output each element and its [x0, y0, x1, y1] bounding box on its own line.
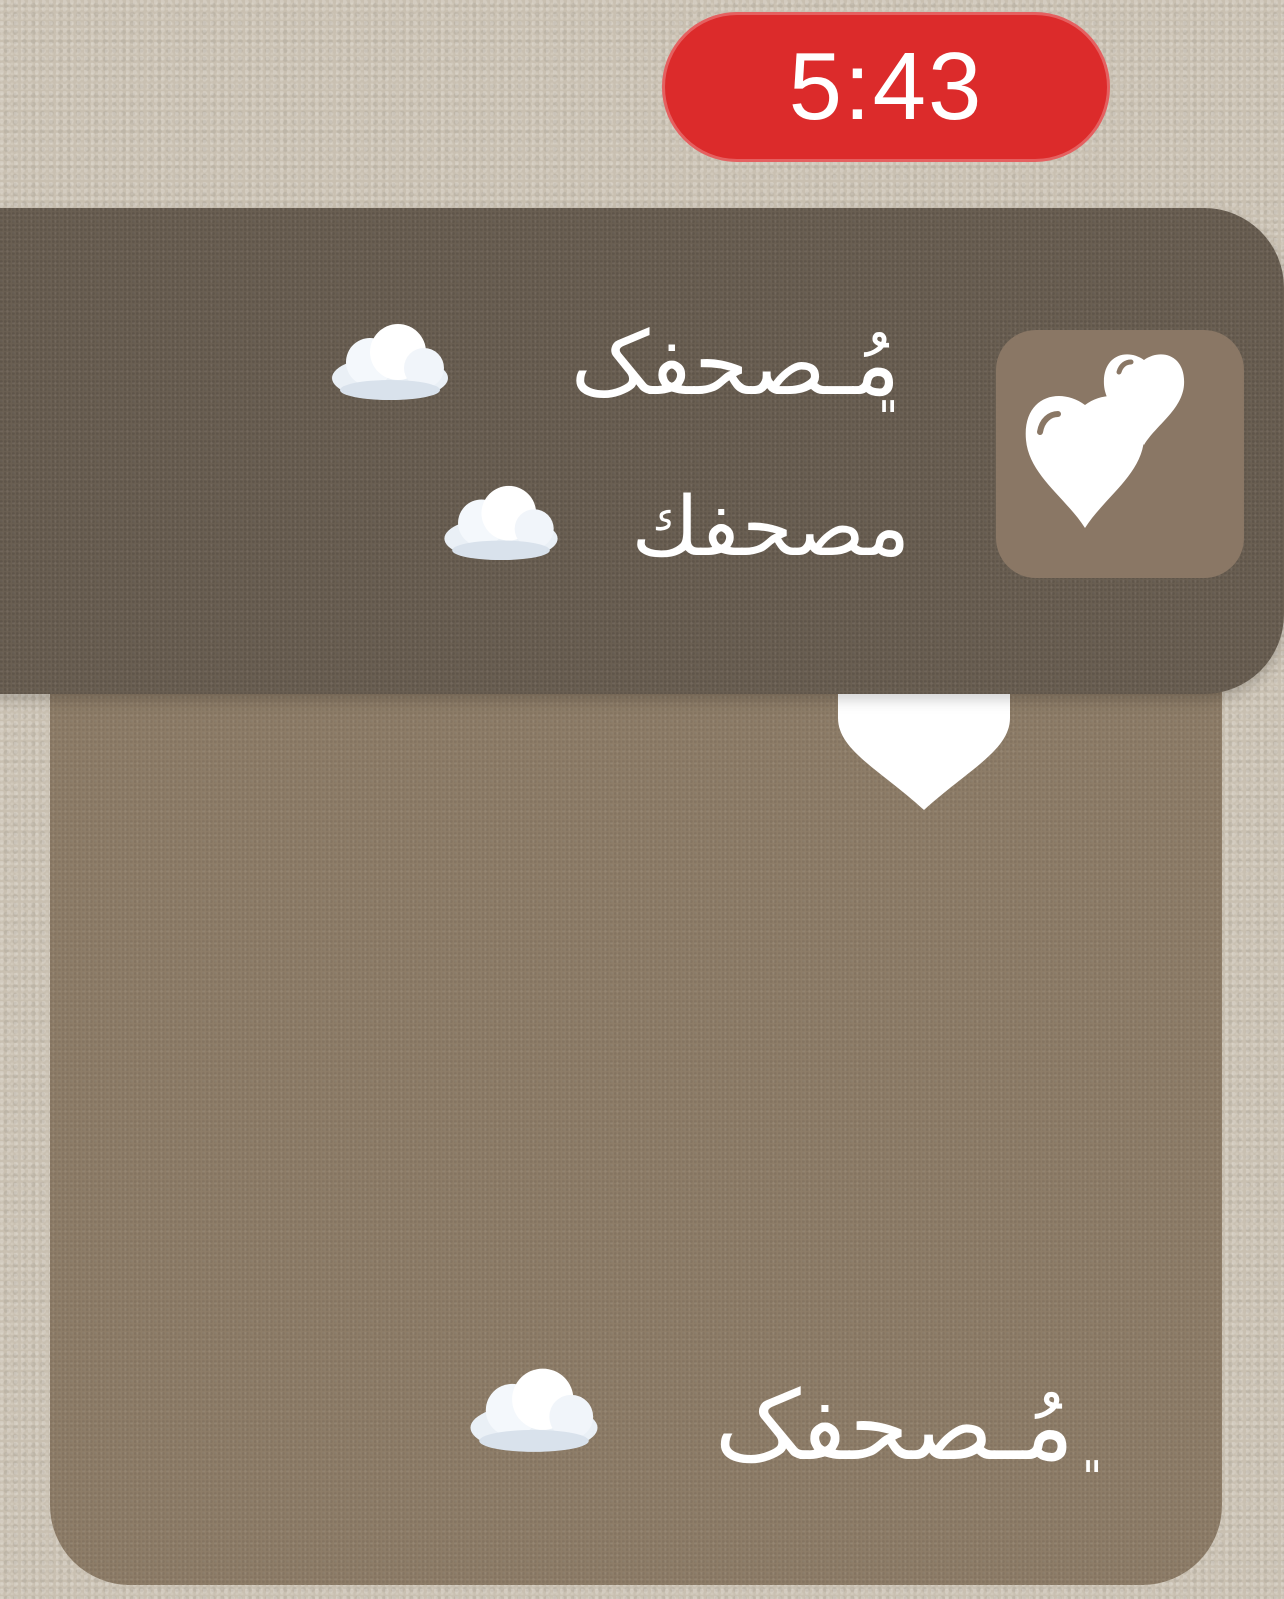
widget-text-line-2: مصحفك [631, 480, 910, 575]
cloud-icon [470, 1368, 598, 1452]
widget-text-line-1: مُـصحفک [570, 312, 900, 415]
heart-icon [838, 690, 1010, 810]
widget-text-line-3: مُـصحفک [714, 1370, 1074, 1482]
time-text: 5:43 [788, 33, 984, 140]
quote-mark: " [1082, 1452, 1103, 1503]
cloud-icon [444, 485, 558, 561]
time-badge: 5:43 [662, 12, 1110, 162]
two-hearts-icon [1025, 354, 1185, 528]
cloud-icon [332, 324, 448, 400]
quote-mark: " [878, 392, 899, 443]
app-icon[interactable] [996, 330, 1244, 578]
